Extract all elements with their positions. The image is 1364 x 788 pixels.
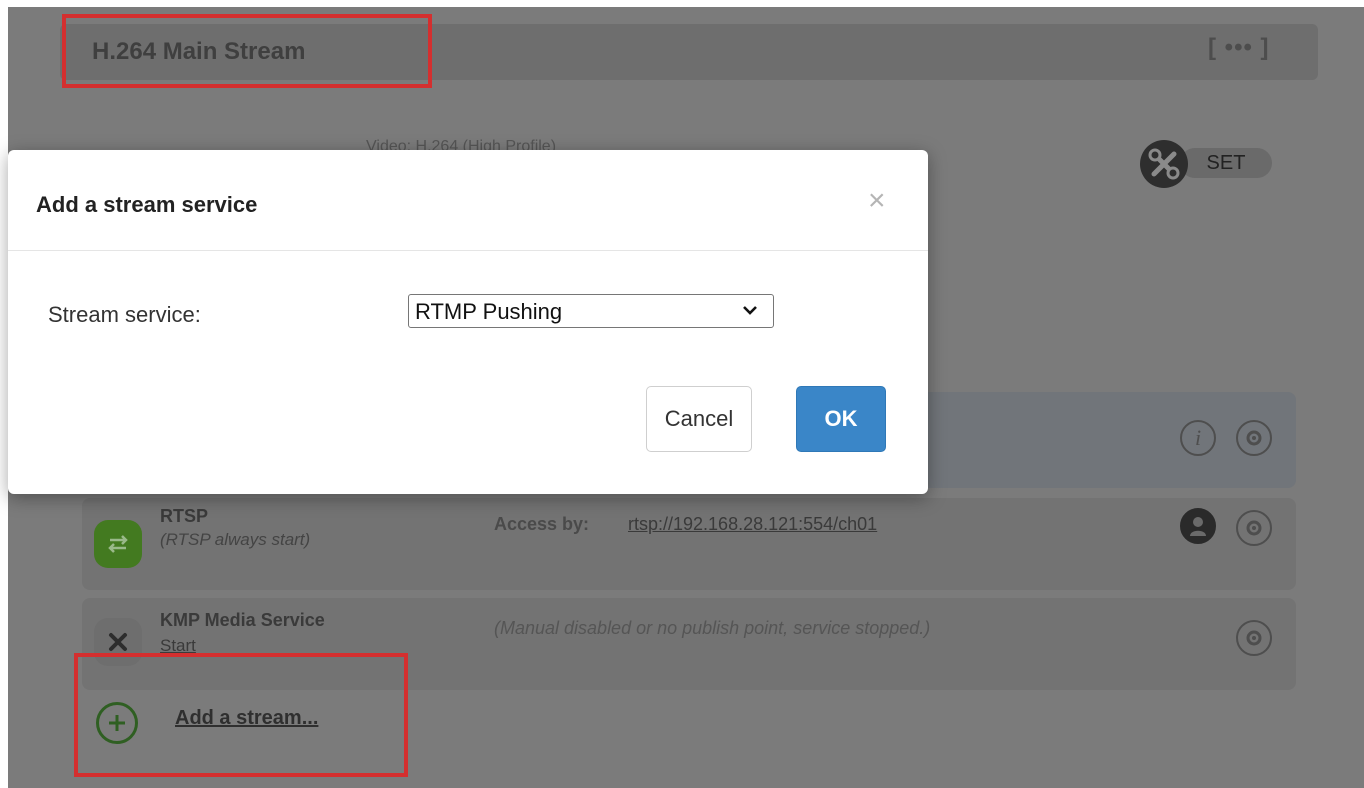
dialog-title: Add a stream service: [36, 192, 258, 217]
stream-service-label: Stream service:: [48, 302, 201, 327]
info-icon[interactable]: i: [1180, 420, 1216, 456]
highlight-box-stream-title: [62, 14, 432, 88]
gear-icon[interactable]: [1236, 510, 1272, 546]
kmp-service-name: KMP Media Service: [160, 610, 325, 630]
close-icon[interactable]: ×: [868, 184, 886, 218]
more-options-button[interactable]: [ ••• ]: [1208, 34, 1270, 62]
set-button[interactable]: SET: [1140, 140, 1280, 188]
tools-icon: [1140, 140, 1188, 188]
access-label: Access by:: [494, 514, 590, 534]
gear-icon[interactable]: [1236, 620, 1272, 656]
stream-service-select[interactable]: RTMP Pushing: [408, 294, 774, 328]
highlight-box-add-stream: [74, 653, 408, 777]
ok-button[interactable]: OK: [796, 386, 886, 452]
set-label: SET: [1180, 148, 1272, 178]
dialog-divider: [8, 250, 928, 251]
chevron-down-icon: [743, 306, 757, 315]
transfer-icon: [94, 520, 142, 568]
kmp-status-text: (Manual disabled or no publish point, se…: [494, 618, 931, 638]
user-icon[interactable]: [1180, 508, 1216, 544]
rtsp-access-link[interactable]: rtsp://192.168.28.121:554/ch01: [628, 514, 877, 535]
gear-icon[interactable]: [1236, 420, 1272, 456]
rtsp-service-name: RTSP: [160, 506, 209, 526]
rtsp-service-subtitle: (RTSP always start): [160, 530, 311, 549]
cancel-button[interactable]: Cancel: [646, 386, 752, 452]
add-stream-service-dialog: Add a stream service × Stream service: R…: [8, 150, 928, 494]
